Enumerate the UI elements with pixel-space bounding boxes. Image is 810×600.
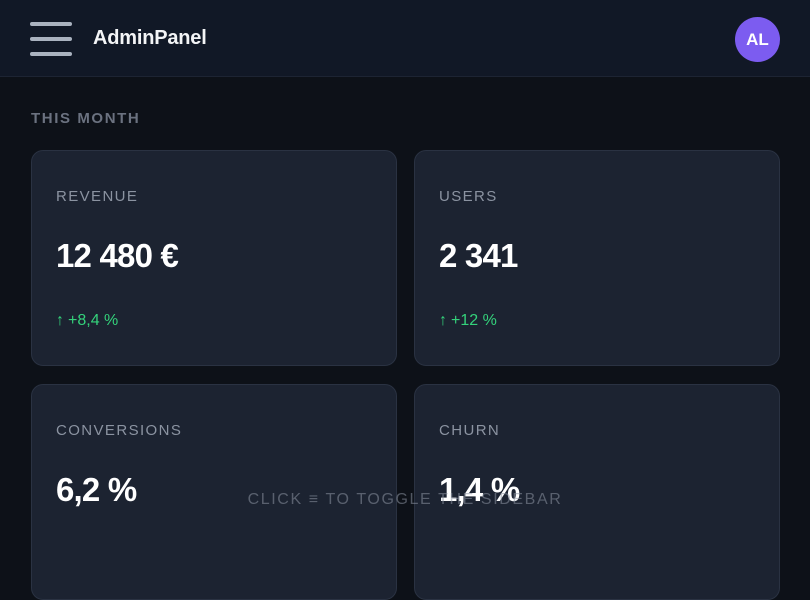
stat-card-users: USERS 2 341 ↑ +12 %: [414, 150, 780, 366]
arrow-up-icon: ↑: [439, 312, 447, 329]
stat-card-delta-text: +12 %: [451, 312, 497, 329]
stat-card-label: CONVERSIONS: [56, 422, 183, 439]
stat-card-label: CHURN: [439, 422, 501, 439]
section-label: THIS MONTH: [31, 110, 141, 127]
stat-card-delta-text: +8,4 %: [68, 312, 119, 329]
hamburger-line: [30, 52, 72, 56]
arrow-up-icon: ↑: [56, 312, 64, 329]
stat-card-value: 6,2 %: [56, 471, 137, 508]
app-title: AdminPanel: [93, 27, 207, 49]
stat-card-revenue: REVENUE 12 480 € ↑ +8,4 %: [31, 150, 397, 366]
stat-card-delta: ↑ +8,4 %: [56, 312, 118, 330]
stat-card-delta: ↑ +12 %: [439, 312, 497, 330]
user-avatar[interactable]: AL: [735, 17, 780, 62]
stat-card-value: 2 341: [439, 237, 518, 274]
stat-card-churn: CHURN 1,4 %: [414, 384, 780, 600]
hamburger-menu-icon[interactable]: [30, 22, 72, 56]
stat-card-value: 12 480 €: [56, 237, 179, 274]
top-bar: AdminPanel AL: [0, 0, 810, 77]
stat-card-value: 1,4 %: [439, 471, 520, 508]
stat-card-label: USERS: [439, 188, 498, 205]
stat-card-conversions: CONVERSIONS 6,2 %: [31, 384, 397, 600]
stat-card-label: REVENUE: [56, 188, 139, 205]
hamburger-line: [30, 22, 72, 26]
hamburger-line: [30, 37, 72, 41]
